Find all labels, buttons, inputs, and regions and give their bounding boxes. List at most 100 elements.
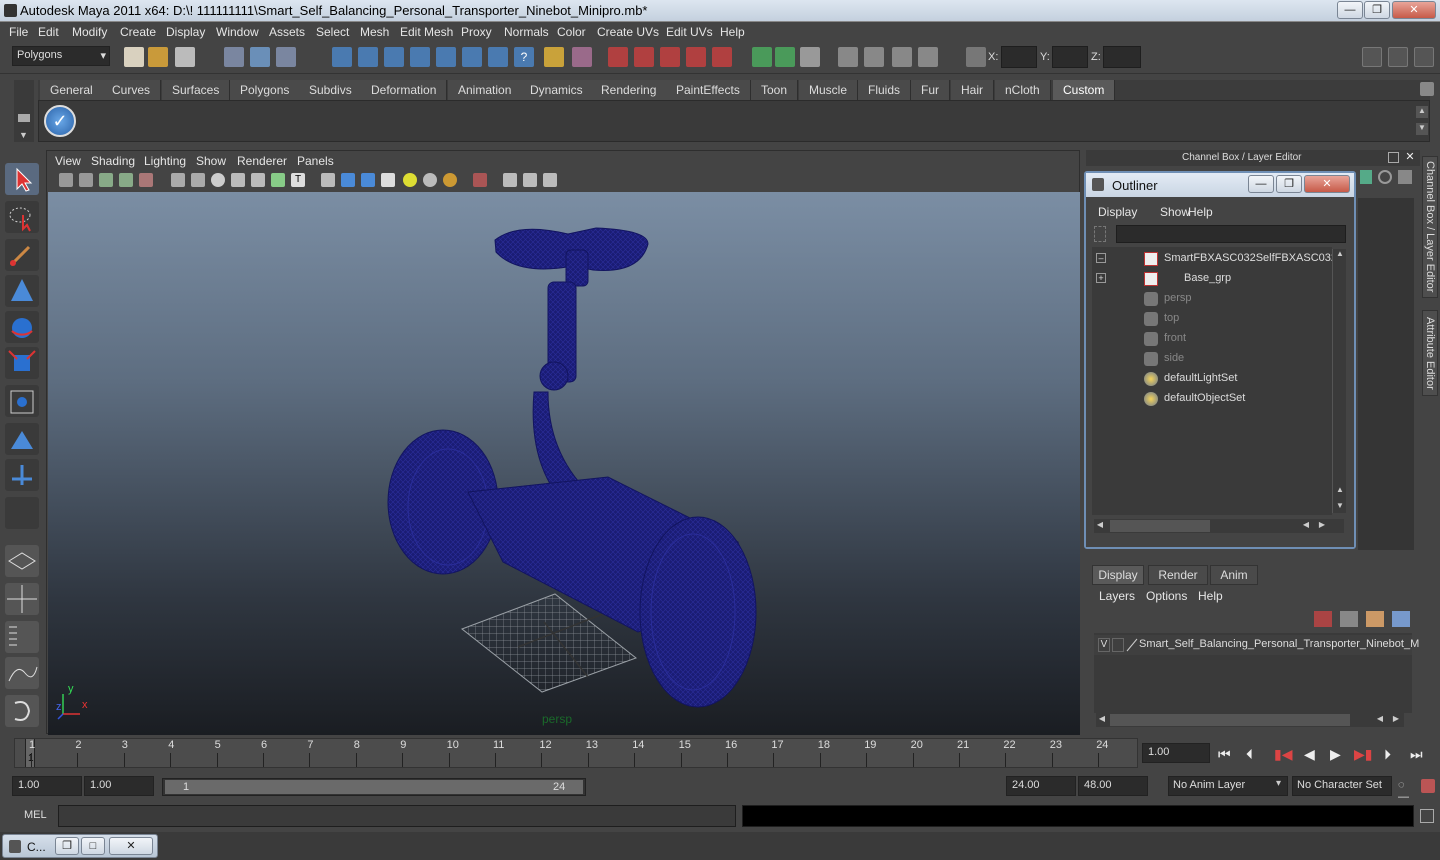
scroll-bottom-icon[interactable]: ▼	[1334, 501, 1346, 513]
safe-title-icon[interactable]: T	[291, 173, 305, 187]
tab-attribute-editor[interactable]: Attribute Editor	[1422, 310, 1438, 396]
animation-start-field[interactable]: 1.00	[12, 776, 82, 796]
field-chart-icon[interactable]	[251, 173, 265, 187]
film-gate-icon[interactable]	[191, 173, 205, 187]
camera-icon[interactable]	[864, 47, 884, 67]
scroll-left-end-icon[interactable]: ◀	[1374, 714, 1386, 726]
safe-action-icon[interactable]	[271, 173, 285, 187]
render-icon[interactable]	[608, 47, 628, 67]
playback-start-field[interactable]: 1.00	[84, 776, 154, 796]
step-back-key-icon[interactable]: ⏴	[1246, 746, 1253, 763]
close-button[interactable]: ✕	[1392, 1, 1436, 19]
range-bar[interactable]: 1 24	[162, 778, 586, 796]
tab-subdivs[interactable]: Subdivs	[299, 80, 363, 100]
animation-end-field[interactable]: 48.00	[1078, 776, 1148, 796]
new-layer-icon[interactable]	[1366, 611, 1384, 627]
menu-edit-mesh[interactable]: Edit Mesh	[400, 25, 453, 39]
menu-create[interactable]: Create	[120, 25, 156, 39]
select-component-icon[interactable]	[276, 47, 296, 67]
viewport-menu-panels[interactable]: Panels	[297, 154, 334, 168]
key-icon[interactable]	[1360, 170, 1372, 184]
scroll-left-end-icon[interactable]: ◀	[1300, 520, 1312, 532]
z-field[interactable]	[1103, 46, 1141, 68]
layer-menu-options[interactable]: Options	[1146, 589, 1187, 603]
soft-mod-tool-icon[interactable]	[5, 423, 39, 455]
y-field[interactable]	[1052, 46, 1088, 68]
smooth-shade-icon[interactable]	[341, 173, 355, 187]
input-rename-icon[interactable]	[775, 47, 795, 67]
shelf-options[interactable]: ▼	[14, 80, 34, 142]
trash-icon[interactable]	[1420, 82, 1434, 96]
tab-fur[interactable]: Fur	[911, 80, 950, 100]
list-item[interactable]: + Base_grp	[1092, 269, 1332, 289]
channel-tool-icon[interactable]	[1398, 170, 1412, 184]
script-editor-icon[interactable]	[1420, 809, 1434, 823]
menu-display[interactable]: Display	[166, 25, 205, 39]
tab-custom[interactable]: Custom	[1053, 80, 1116, 100]
scroll-right-icon[interactable]: ▶	[1390, 714, 1402, 726]
xray-icon[interactable]	[503, 173, 517, 187]
restore-button[interactable]: ❐	[55, 837, 79, 855]
shelf-scroll-up-icon[interactable]: ▲	[1416, 106, 1428, 118]
snap-live-icon[interactable]	[436, 47, 456, 67]
tab-fluids[interactable]: Fluids	[858, 80, 912, 100]
resolution-gate-icon[interactable]	[211, 173, 225, 187]
mode-dropdown[interactable]: Polygons ▾	[12, 46, 110, 66]
close-panel-icon[interactable]: ✕	[1404, 151, 1416, 163]
outliner-menu-show[interactable]: Show	[1160, 205, 1190, 219]
wireframe-icon[interactable]	[321, 173, 335, 187]
menu-modify[interactable]: Modify	[72, 25, 107, 39]
scale-tool-icon[interactable]	[5, 347, 39, 379]
close-button[interactable]: ✕	[109, 837, 153, 855]
anim-layer-dropdown[interactable]: No Anim Layer	[1168, 776, 1288, 796]
outliner-minimize-button[interactable]: —	[1248, 175, 1274, 193]
menu-help[interactable]: Help	[720, 25, 745, 39]
chevron-down-icon[interactable]: ▾	[1276, 778, 1281, 789]
minimized-window[interactable]: C... ❐ □ ✕	[2, 834, 158, 858]
layer-horizontal-scrollbar[interactable]: ◀ ◀ ▶	[1096, 713, 1404, 727]
tab-render-layers[interactable]: Render	[1148, 565, 1208, 585]
outliner-maximize-button[interactable]: ❐	[1276, 175, 1302, 193]
default-lighting-icon[interactable]	[403, 173, 417, 187]
list-item[interactable]: front	[1092, 329, 1332, 349]
channel-options-icon[interactable]	[1378, 170, 1392, 184]
shadows-icon[interactable]	[443, 173, 457, 187]
save-scene-icon[interactable]	[175, 47, 195, 67]
single-perspective-layout-icon[interactable]	[5, 545, 39, 577]
layer-menu-help[interactable]: Help	[1198, 589, 1223, 603]
image-plane-icon[interactable]	[119, 173, 133, 187]
step-forward-key-icon[interactable]: ⏵	[1384, 746, 1391, 763]
snap-edge-icon[interactable]	[488, 47, 508, 67]
render-view-icon[interactable]	[712, 47, 732, 67]
select-object-icon[interactable]	[250, 47, 270, 67]
graph-layout-icon[interactable]	[5, 657, 39, 689]
snap-grid-icon[interactable]	[332, 47, 352, 67]
mel-label[interactable]: MEL	[24, 809, 47, 821]
snap-curve-icon[interactable]	[358, 47, 378, 67]
xray-components-icon[interactable]	[543, 173, 557, 187]
expand-icon[interactable]: +	[1096, 273, 1106, 283]
grid-toggle-icon[interactable]	[171, 173, 185, 187]
tab-ncloth[interactable]: nCloth	[995, 80, 1051, 100]
snap-point-icon[interactable]	[384, 47, 404, 67]
tab-general[interactable]: General	[40, 80, 104, 100]
viewport-menu-lighting[interactable]: Lighting	[144, 154, 186, 168]
isolate-select-icon[interactable]	[473, 173, 487, 187]
tab-anim-layers[interactable]: Anim	[1210, 565, 1258, 585]
gate-mask-icon[interactable]	[231, 173, 245, 187]
tab-channel-box-layer-editor[interactable]: Channel Box / Layer Editor	[1422, 156, 1438, 298]
tab-painteffects[interactable]: PaintEffects	[666, 80, 751, 100]
scroll-right-icon[interactable]: ▶	[1316, 520, 1328, 532]
playback-end-field[interactable]: 24.00	[1006, 776, 1076, 796]
menu-assets[interactable]: Assets	[269, 25, 305, 39]
open-scene-icon[interactable]	[148, 47, 168, 67]
tab-muscle[interactable]: Muscle	[799, 80, 859, 100]
tab-hair[interactable]: Hair	[951, 80, 995, 100]
tab-dynamics[interactable]: Dynamics	[520, 80, 594, 100]
wireframe-on-shaded-icon[interactable]	[361, 173, 375, 187]
timeline-track[interactable]: 1 12345678910111213141516171819202122232…	[14, 738, 1138, 768]
go-to-end-icon[interactable]: ⏭	[1410, 746, 1423, 763]
list-item[interactable]: defaultLightSet	[1092, 369, 1332, 389]
custom-layout-icon[interactable]	[5, 695, 39, 727]
menu-create-uvs[interactable]: Create UVs	[597, 25, 659, 39]
